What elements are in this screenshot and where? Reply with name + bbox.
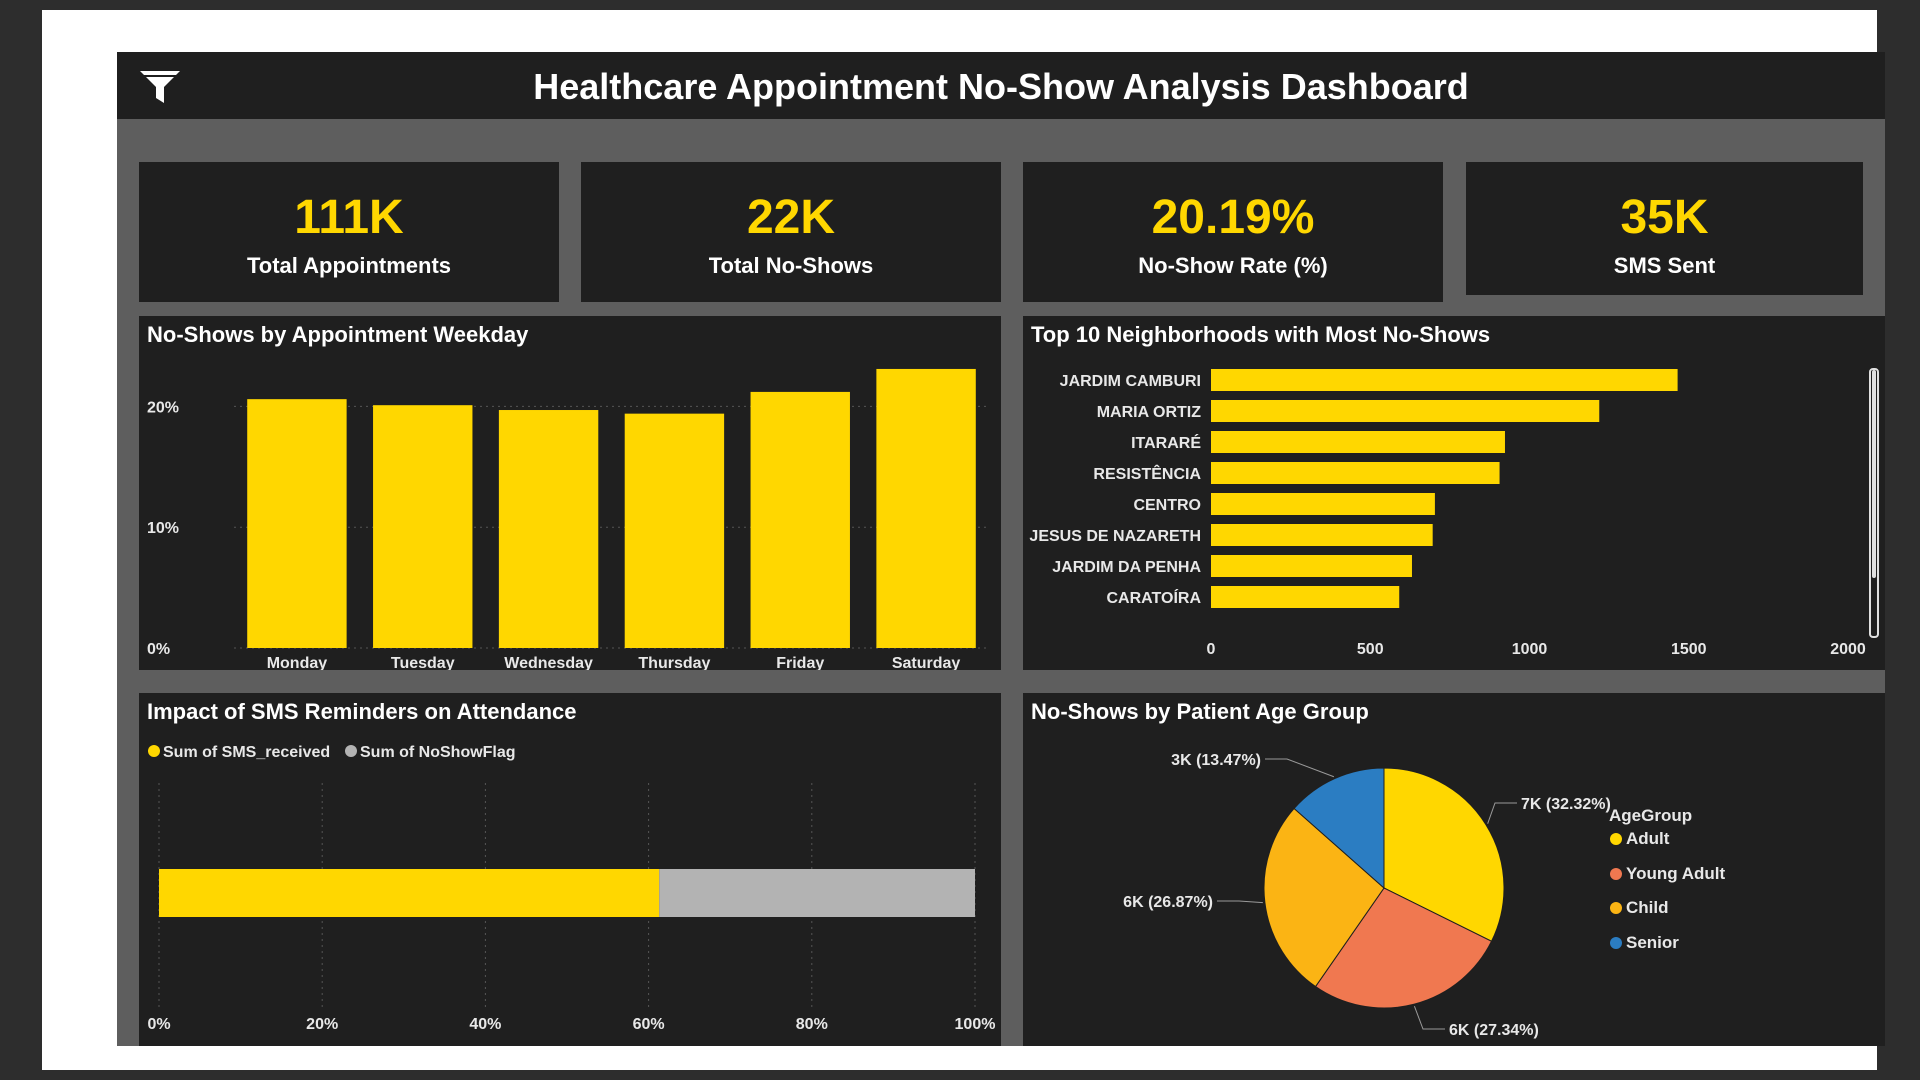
dashboard-header: Healthcare Appointment No-Show Analysis … — [117, 52, 1885, 119]
bar — [1211, 431, 1505, 453]
kpi-total-appointments[interactable]: 111K Total Appointments — [139, 162, 559, 302]
category-label: CARATOÍRA — [1106, 588, 1201, 607]
x-tick-label: 80% — [796, 1016, 828, 1033]
x-tick-label: Thursday — [638, 655, 710, 670]
kpi-value: 20.19% — [1151, 191, 1315, 244]
sms-stacked-bar-chart: Sum of SMS_received Sum of NoShowFlag 0% 20… — [147, 744, 996, 1033]
y-tick-label: 10% — [147, 520, 179, 537]
x-tick-label: 20% — [306, 1016, 338, 1033]
scrollbar-thumb[interactable] — [1872, 370, 1876, 578]
kpi-label: SMS Sent — [1613, 253, 1716, 278]
weekday-chart-title: No-Shows by Appointment Weekday — [147, 322, 529, 347]
y-tick-label: 20% — [147, 399, 179, 416]
leader-line — [1217, 900, 1263, 904]
data-label: 7K (32.32%) — [1521, 796, 1611, 813]
weekday-bar-chart: 0% 10% 20% Monday Tuesday Wednesday Thursday Fr… — [147, 368, 989, 672]
kpi-value: 111K — [294, 191, 404, 244]
bar — [750, 391, 850, 648]
bar — [1211, 555, 1412, 577]
bar — [1211, 493, 1435, 515]
data-label: 6K (27.34%) — [1449, 1022, 1539, 1039]
leader-line — [1413, 1005, 1445, 1030]
legend-marker — [345, 745, 357, 757]
bar — [624, 413, 725, 648]
category-label: JESUS DE NAZARETH — [1029, 528, 1201, 545]
leader-line — [1487, 802, 1517, 824]
legend-label: Senior — [1626, 933, 1679, 952]
bar — [1211, 462, 1500, 484]
bar — [1211, 586, 1400, 608]
bar-segment-sms-received — [159, 869, 660, 917]
age-pie-chart: 7K (32.32%) 6K (27.34%) 6K (26.87%) 3K (13.… — [1123, 752, 1725, 1039]
kpi-label: No-Show Rate (%) — [1138, 253, 1328, 278]
neighborhood-chart-panel[interactable]: Top 10 Neighborhoods with Most No-Shows … — [1023, 316, 1885, 670]
kpi-value: 22K — [746, 191, 836, 244]
category-label: CENTRO — [1133, 497, 1201, 514]
legend-marker — [1610, 868, 1622, 880]
x-tick-label: 60% — [633, 1016, 665, 1033]
legend-label: Sum of NoShowFlag — [360, 744, 516, 761]
bar — [1211, 369, 1678, 391]
x-tick-label: 500 — [1357, 641, 1384, 658]
kpi-no-show-rate[interactable]: 20.19% No-Show Rate (%) — [1023, 162, 1443, 302]
x-tick-label: 1000 — [1512, 641, 1548, 658]
kpi-label: Total Appointments — [246, 253, 452, 278]
leader-line — [1265, 758, 1335, 778]
bar — [498, 410, 599, 648]
legend-marker — [148, 745, 160, 757]
x-tick-label: 1500 — [1671, 641, 1707, 658]
x-tick-label: Friday — [776, 655, 824, 670]
bar — [876, 368, 976, 648]
legend-label: Adult — [1626, 829, 1670, 848]
neighborhood-bar-chart: JARDIM CAMBURI MARIA ORTIZ ITARARÉ RESISTÊN… — [1029, 369, 1866, 658]
x-tick-label: Saturday — [892, 655, 961, 670]
kpi-sms-sent[interactable]: 35K SMS Sent — [1466, 162, 1863, 295]
legend-marker — [1610, 902, 1622, 914]
kpi-label: Total No-Shows — [708, 253, 874, 278]
x-tick-label: 100% — [955, 1016, 996, 1033]
data-label: 6K (26.87%) — [1123, 894, 1213, 911]
bar — [1211, 524, 1433, 546]
category-label: ITARARÉ — [1131, 433, 1201, 452]
x-tick-label: Tuesday — [391, 655, 455, 670]
category-label: JARDIM DA PENHA — [1052, 559, 1201, 576]
category-label: RESISTÊNCIA — [1093, 464, 1201, 483]
x-tick-label: 0 — [1207, 641, 1216, 658]
age-chart-panel[interactable]: No-Shows by Patient Age Group 7K (32.32%… — [1023, 693, 1885, 1046]
kpi-value: 35K — [1620, 191, 1709, 244]
bar-segment-noshowflag — [659, 869, 975, 917]
legend-label: Child — [1626, 898, 1669, 917]
legend-marker — [1610, 833, 1622, 845]
age-chart-title: No-Shows by Patient Age Group — [1031, 699, 1369, 724]
bar — [373, 405, 473, 648]
weekday-chart-panel[interactable]: No-Shows by Appointment Weekday 0% 10% 20%… — [139, 316, 1001, 672]
neighborhood-chart-title: Top 10 Neighborhoods with Most No-Shows — [1031, 322, 1491, 347]
scrollbar[interactable] — [1869, 368, 1879, 638]
kpi-total-no-shows[interactable]: 22K Total No-Shows — [581, 162, 1001, 302]
category-label: MARIA ORTIZ — [1097, 404, 1202, 421]
dashboard-canvas: Healthcare Appointment No-Show Analysis … — [117, 52, 1885, 1046]
x-tick-label: 40% — [469, 1016, 501, 1033]
sms-chart-title: Impact of SMS Reminders on Attendance — [147, 699, 577, 724]
data-label: 3K (13.47%) — [1171, 752, 1261, 769]
category-label: JARDIM CAMBURI — [1060, 373, 1201, 390]
x-tick-label: Wednesday — [504, 655, 593, 670]
screenshot-frame: Healthcare Appointment No-Show Analysis … — [42, 10, 1885, 1070]
x-tick-label: 2000 — [1830, 641, 1866, 658]
x-tick-label: 0% — [147, 1016, 170, 1033]
legend-title: AgeGroup — [1609, 806, 1692, 825]
bar — [1211, 400, 1600, 422]
bar — [247, 399, 347, 648]
legend-label: Sum of SMS_received — [163, 744, 330, 761]
x-tick-label: Monday — [267, 655, 328, 670]
legend-label: Young Adult — [1626, 864, 1725, 883]
legend-marker — [1610, 937, 1622, 949]
sms-chart-panel[interactable]: Impact of SMS Reminders on Attendance Su… — [139, 693, 1001, 1046]
y-tick-label: 0% — [147, 641, 170, 658]
dashboard-title: Healthcare Appointment No-Show Analysis … — [533, 66, 1469, 107]
